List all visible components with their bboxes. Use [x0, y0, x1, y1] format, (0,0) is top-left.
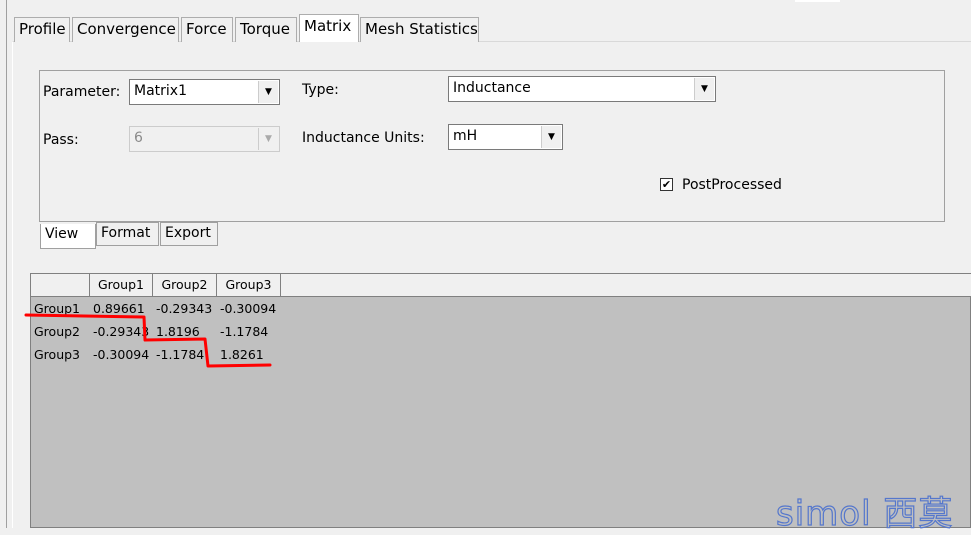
red-annotation	[24, 313, 272, 368]
tab-matrix[interactable]: Matrix	[299, 14, 359, 42]
diagonal-highlight-line	[24, 313, 272, 368]
